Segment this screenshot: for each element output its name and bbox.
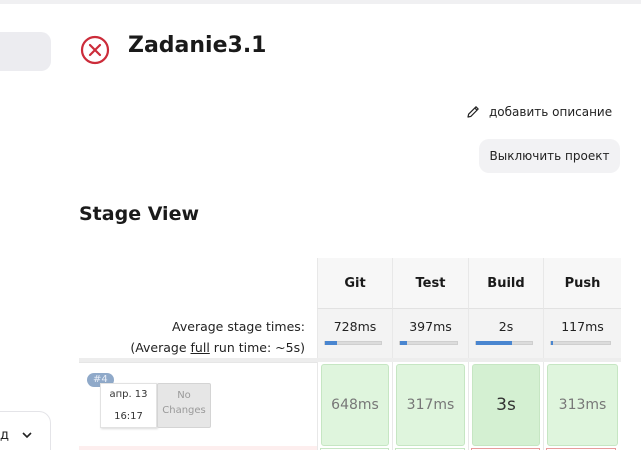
stage-cell-build[interactable]: 3s	[468, 362, 543, 450]
sidebar-nav-item[interactable]	[0, 32, 51, 71]
stage-duration-git: 648ms	[321, 364, 389, 446]
stage-duration-build: 3s	[472, 364, 540, 446]
avg-progress-push	[550, 341, 611, 345]
stage-header-git: Git	[317, 258, 392, 308]
stage-header-build: Build	[468, 258, 543, 308]
avg-cell-push: 117ms	[543, 308, 621, 358]
avg-time-test: 397ms	[409, 319, 452, 334]
add-description-link[interactable]: добавить описание	[465, 104, 612, 120]
avg-progress-test	[399, 341, 458, 345]
build-row-info[interactable]: #4 апр. 13 16:17 No Changes	[79, 362, 317, 450]
no-changes-box[interactable]: No Changes	[157, 383, 211, 428]
add-description-label: добавить описание	[489, 105, 613, 119]
stage-cell-push[interactable]: 313ms	[543, 362, 621, 450]
stage-view-table: Git Test Build Push Average stage times:…	[79, 258, 621, 450]
avg-time-build: 2s	[498, 319, 514, 334]
full-run-link[interactable]: full	[191, 340, 210, 355]
page-title: Zadanie3.1	[128, 33, 267, 58]
avg-progress-fill	[476, 341, 513, 345]
build-time: 16:17	[114, 411, 143, 422]
avg-time-git: 728ms	[333, 319, 377, 334]
avg-cell-test: 397ms	[392, 308, 468, 358]
avg-progress-fill	[325, 341, 338, 345]
stage-header-test: Test	[392, 258, 468, 308]
avg-cell-git: 728ms	[317, 308, 392, 358]
pencil-icon	[467, 106, 479, 118]
stage-header-push: Push	[543, 258, 621, 308]
avg-progress-build	[475, 341, 533, 345]
average-times-label: Average stage times: (Average full run t…	[79, 316, 305, 358]
stage-view-title: Stage View	[79, 203, 200, 225]
chevron-down-icon[interactable]	[20, 428, 34, 442]
build-date-box[interactable]: апр. 13 16:17	[100, 383, 157, 428]
disable-project-button[interactable]: Выключить проект	[479, 139, 620, 173]
top-bar	[0, 0, 641, 4]
avg-progress-fill	[551, 341, 553, 345]
build-date: апр. 13	[109, 389, 148, 400]
avg-progress-git	[324, 341, 382, 345]
sidebar-bottom-label: д	[0, 428, 9, 443]
avg-cell-build: 2s	[468, 308, 543, 358]
avg-progress-fill	[400, 341, 407, 345]
avg-time-push: 117ms	[561, 319, 604, 334]
stage-cell-test[interactable]: 317ms	[392, 362, 468, 450]
stage-duration-push: 313ms	[547, 364, 618, 446]
jenkins-job-page: д Zadanie3.1 добавить описание Выключить…	[0, 0, 641, 450]
stage-cell-git[interactable]: 648ms	[317, 362, 392, 450]
average-stage-times-label: Average stage times:	[172, 319, 305, 334]
stage-duration-test: 317ms	[396, 364, 465, 446]
failed-x-circle-icon	[80, 35, 110, 65]
average-full-run-time: (Average full run time: ~5s)	[130, 340, 305, 355]
next-build-row	[79, 446, 317, 450]
